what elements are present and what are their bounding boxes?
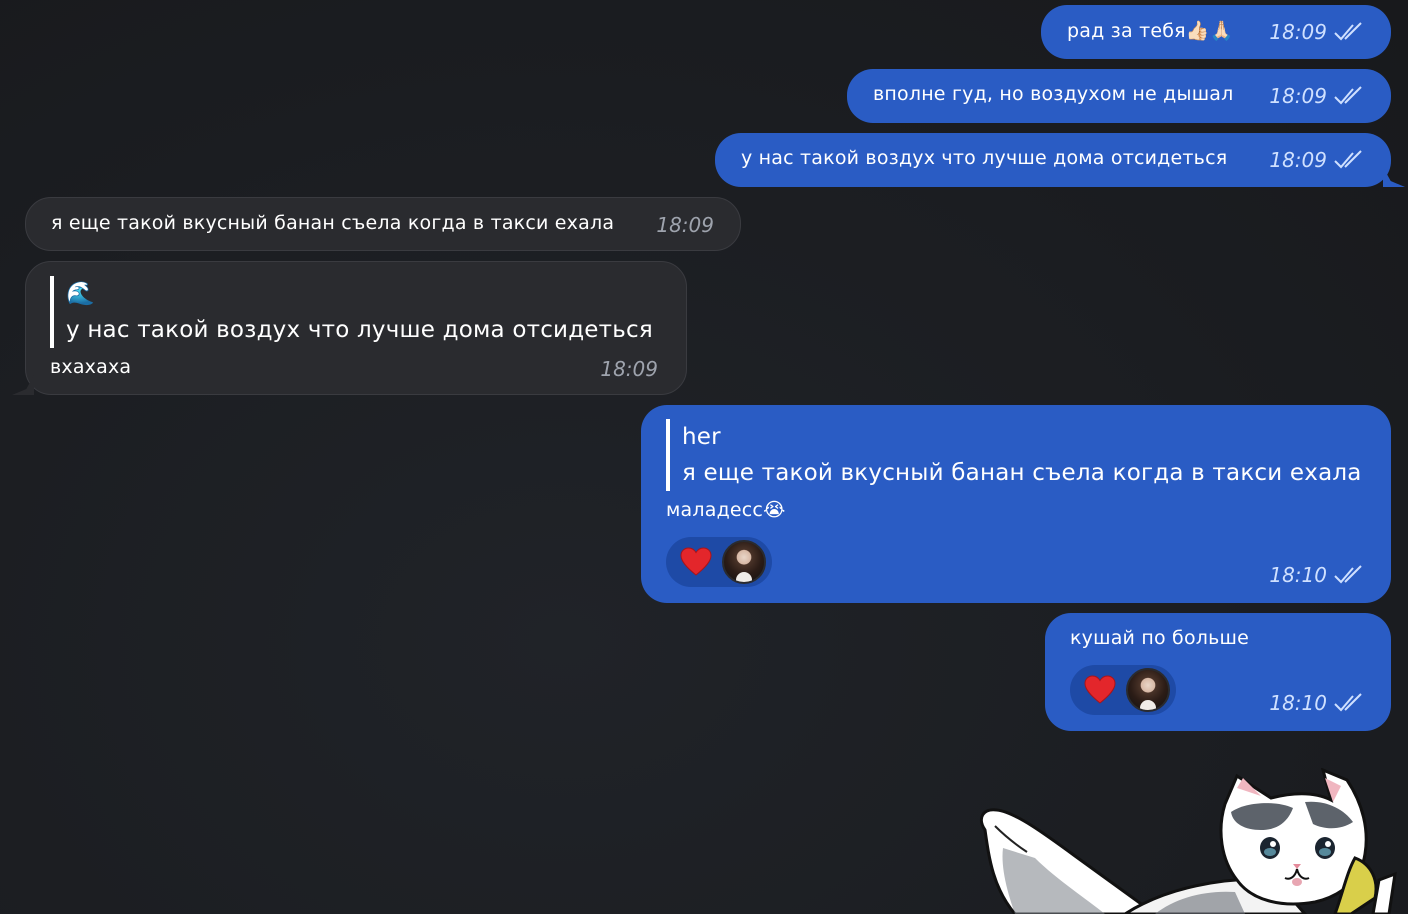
- message-meta: 18:09: [1269, 20, 1363, 44]
- outgoing-message[interactable]: кушай по больше 18:10: [1045, 613, 1391, 731]
- message-time: 18:09: [1269, 20, 1327, 44]
- double-check-icon: [1334, 22, 1362, 41]
- avatar[interactable]: [722, 540, 766, 584]
- message-meta: 18:09: [1269, 148, 1363, 172]
- message-time: 18:10: [1269, 691, 1327, 715]
- reply-quote[interactable]: her я еще такой вкусный банан съела когд…: [666, 419, 1362, 491]
- cat-sticker-icon[interactable]: [975, 768, 1408, 914]
- double-check-icon: [1334, 693, 1362, 712]
- reactions-bar[interactable]: [1070, 665, 1176, 715]
- message-text: маладесс😭: [666, 499, 786, 521]
- message-meta: 18:09: [1269, 84, 1363, 108]
- message-text: у нас такой воздух что лучше дома отсиде…: [741, 147, 1228, 169]
- incoming-message[interactable]: я еще такой вкусный банан съела когда в …: [25, 197, 741, 251]
- heart-icon[interactable]: [1084, 675, 1116, 705]
- message-text: вхахаха: [50, 356, 132, 378]
- reactions-bar[interactable]: [666, 537, 772, 587]
- reply-text: я еще такой вкусный банан съела когда в …: [682, 460, 1362, 486]
- reply-text: у нас такой воздух что лучше дома отсиде…: [66, 317, 653, 343]
- heart-icon[interactable]: [680, 547, 712, 577]
- reply-author: her: [682, 424, 721, 450]
- reply-author: 🌊: [66, 281, 95, 307]
- message-time: 18:09: [656, 213, 714, 237]
- message-text: я еще такой вкусный банан съела когда в …: [51, 212, 615, 234]
- message-meta: 18:09: [600, 357, 658, 381]
- message-meta: 18:10: [1269, 691, 1363, 715]
- message-text: кушай по больше: [1070, 627, 1249, 649]
- message-time: 18:09: [1269, 84, 1327, 108]
- outgoing-message[interactable]: her я еще такой вкусный банан съела когд…: [641, 405, 1391, 603]
- chat-area: рад за тебя👍🏻🙏🏻 18:09 вполне гуд, но воз…: [0, 0, 1408, 914]
- incoming-message[interactable]: 🌊 у нас такой воздух что лучше дома отси…: [25, 261, 687, 395]
- message-time: 18:09: [1269, 148, 1327, 172]
- message-time: 18:09: [600, 357, 658, 381]
- message-time: 18:10: [1269, 563, 1327, 587]
- message-text: вполне гуд, но воздухом не дышал: [873, 83, 1234, 105]
- outgoing-message[interactable]: у нас такой воздух что лучше дома отсиде…: [715, 133, 1391, 187]
- message-meta: 18:09: [656, 213, 714, 237]
- double-check-icon: [1334, 565, 1362, 584]
- outgoing-message[interactable]: рад за тебя👍🏻🙏🏻 18:09: [1041, 5, 1391, 59]
- double-check-icon: [1334, 150, 1362, 169]
- message-text: рад за тебя👍🏻🙏🏻: [1067, 20, 1234, 42]
- avatar[interactable]: [1126, 668, 1170, 712]
- double-check-icon: [1334, 86, 1362, 105]
- reply-quote[interactable]: 🌊 у нас такой воздух что лучше дома отси…: [50, 276, 653, 348]
- message-meta: 18:10: [1269, 563, 1363, 587]
- outgoing-message[interactable]: вполне гуд, но воздухом не дышал 18:09: [847, 69, 1391, 123]
